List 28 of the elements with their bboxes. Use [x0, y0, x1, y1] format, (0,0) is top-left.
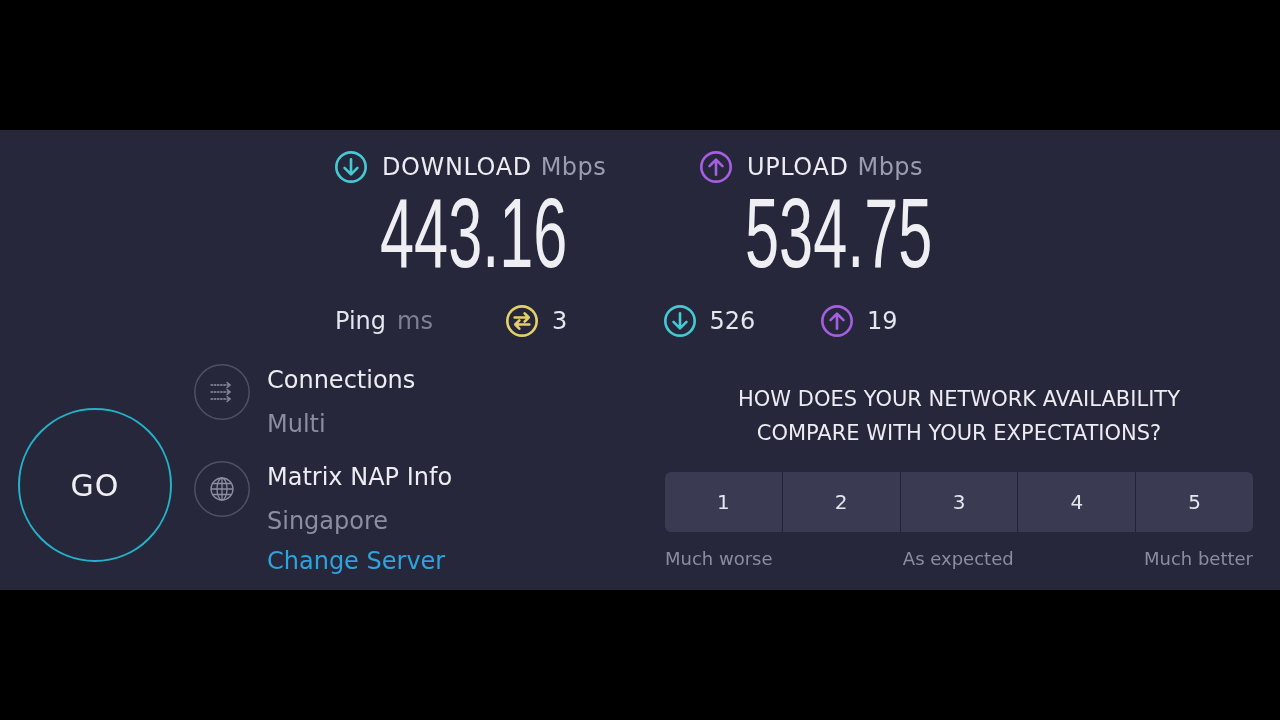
- survey-question: HOW DOES YOUR NETWORK AVAILABILITY COMPARE WITH YOUR EXPECTATIONS?: [737, 386, 1181, 447]
- go-button[interactable]: GO: [18, 408, 172, 562]
- speed-value: 443.16: [380, 184, 568, 282]
- metric-label: UPLOAD: [747, 153, 849, 181]
- info-title: Matrix NAP Info: [267, 462, 453, 493]
- ping-value: 19: [867, 307, 898, 335]
- scale-label: Much worse: [665, 548, 773, 570]
- globe-icon: [194, 461, 250, 517]
- unit-label: ms: [397, 307, 433, 335]
- info-title: Connections: [267, 365, 416, 396]
- rating-option[interactable]: 2: [782, 472, 900, 532]
- scale-label: As expected: [902, 548, 1014, 570]
- metric-label: DOWNLOAD: [382, 153, 532, 181]
- rating-option[interactable]: 4: [1018, 472, 1136, 532]
- arrows-icon: [194, 364, 250, 420]
- rating-option[interactable]: 1: [665, 472, 782, 532]
- unit-label: Mbps: [540, 153, 607, 181]
- scale-label: Much better: [1143, 548, 1253, 570]
- info-value: Multi: [267, 409, 327, 440]
- change-server-link[interactable]: Change Server: [267, 545, 446, 577]
- rating-option[interactable]: 3: [900, 472, 1018, 532]
- ping-value: 526: [709, 307, 756, 335]
- unit-label: Mbps: [857, 153, 923, 181]
- rating-option[interactable]: 5: [1136, 472, 1253, 532]
- ping-value: 3: [552, 307, 568, 335]
- info-value: Singapore: [267, 506, 390, 537]
- speed-value: 534.75: [745, 184, 933, 282]
- ping-label: Ping: [335, 307, 387, 335]
